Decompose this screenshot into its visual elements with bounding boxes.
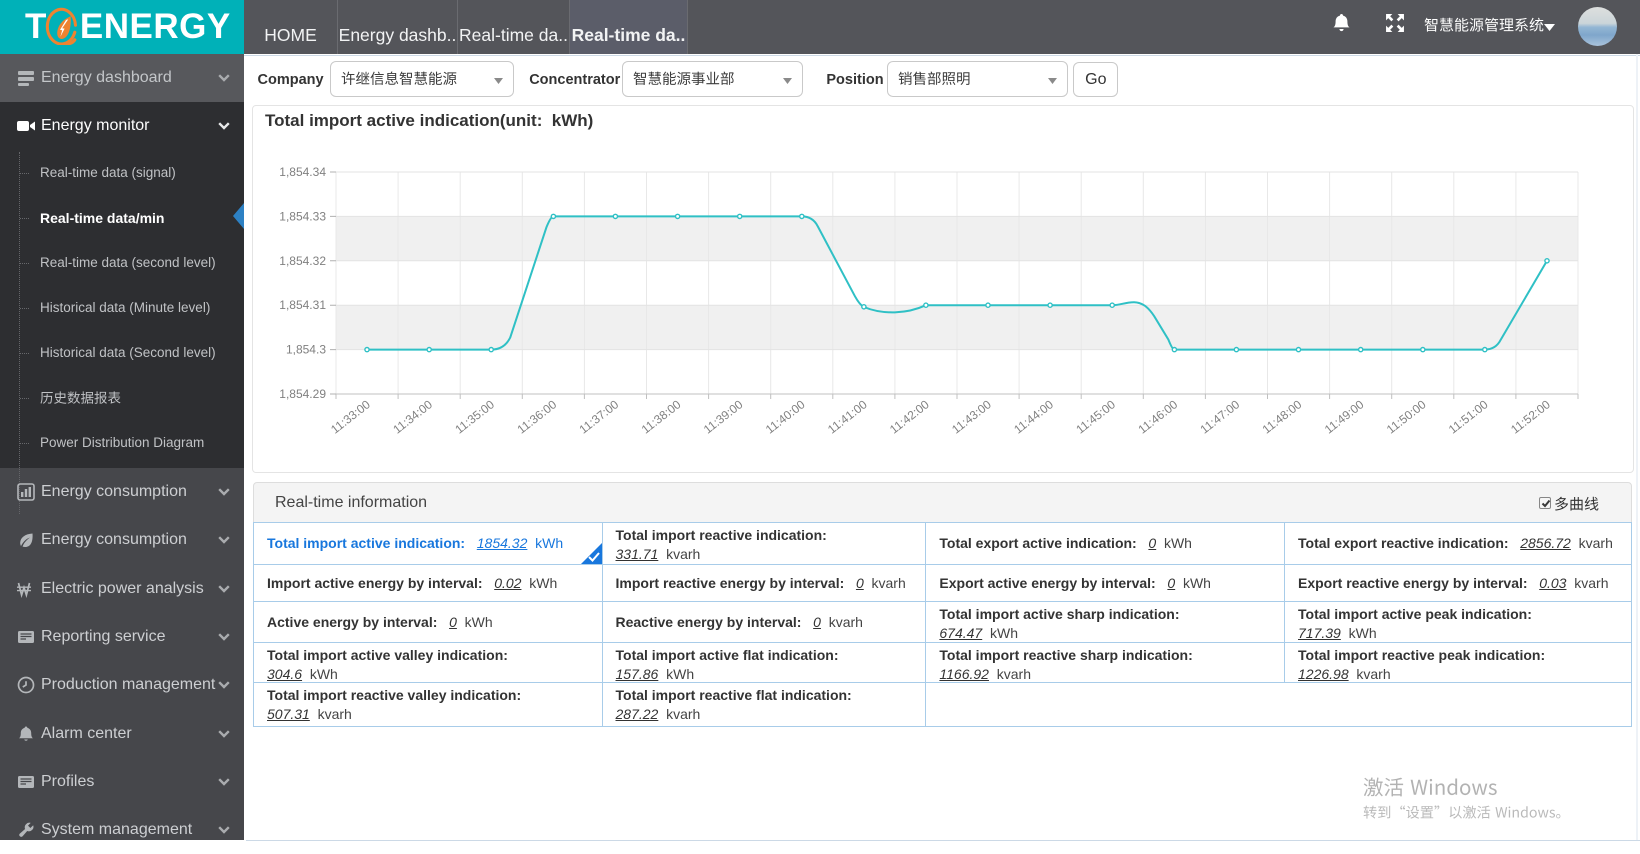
svg-text:11:47:00: 11:47:00 bbox=[1198, 397, 1243, 436]
svg-text:1,854.3: 1,854.3 bbox=[286, 343, 326, 357]
svg-text:11:35:00: 11:35:00 bbox=[452, 397, 497, 436]
svg-text:11:52:00: 11:52:00 bbox=[1508, 397, 1553, 436]
svg-text:11:39:00: 11:39:00 bbox=[701, 397, 746, 436]
svg-text:11:33:00: 11:33:00 bbox=[328, 397, 373, 436]
svg-text:11:43:00: 11:43:00 bbox=[949, 397, 994, 436]
svg-text:11:37:00: 11:37:00 bbox=[577, 397, 622, 436]
svg-text:11:38:00: 11:38:00 bbox=[639, 397, 684, 436]
svg-text:1,854.33: 1,854.33 bbox=[279, 209, 326, 223]
svg-text:1,854.29: 1,854.29 bbox=[279, 387, 326, 401]
svg-text:11:40:00: 11:40:00 bbox=[763, 397, 808, 436]
svg-text:11:49:00: 11:49:00 bbox=[1322, 397, 1367, 436]
svg-text:1,854.32: 1,854.32 bbox=[279, 254, 326, 268]
svg-text:11:36:00: 11:36:00 bbox=[515, 397, 560, 436]
svg-text:11:51:00: 11:51:00 bbox=[1446, 397, 1491, 436]
svg-text:11:44:00: 11:44:00 bbox=[1011, 397, 1056, 436]
svg-text:11:42:00: 11:42:00 bbox=[887, 397, 932, 436]
svg-text:11:45:00: 11:45:00 bbox=[1073, 397, 1118, 436]
svg-text:11:41:00: 11:41:00 bbox=[825, 397, 870, 436]
svg-text:11:50:00: 11:50:00 bbox=[1384, 397, 1429, 436]
svg-text:1,854.31: 1,854.31 bbox=[279, 298, 326, 312]
svg-text:11:46:00: 11:46:00 bbox=[1136, 397, 1181, 436]
svg-text:1,854.34: 1,854.34 bbox=[279, 165, 326, 179]
svg-text:11:48:00: 11:48:00 bbox=[1260, 397, 1305, 436]
svg-text:11:34:00: 11:34:00 bbox=[390, 397, 435, 436]
